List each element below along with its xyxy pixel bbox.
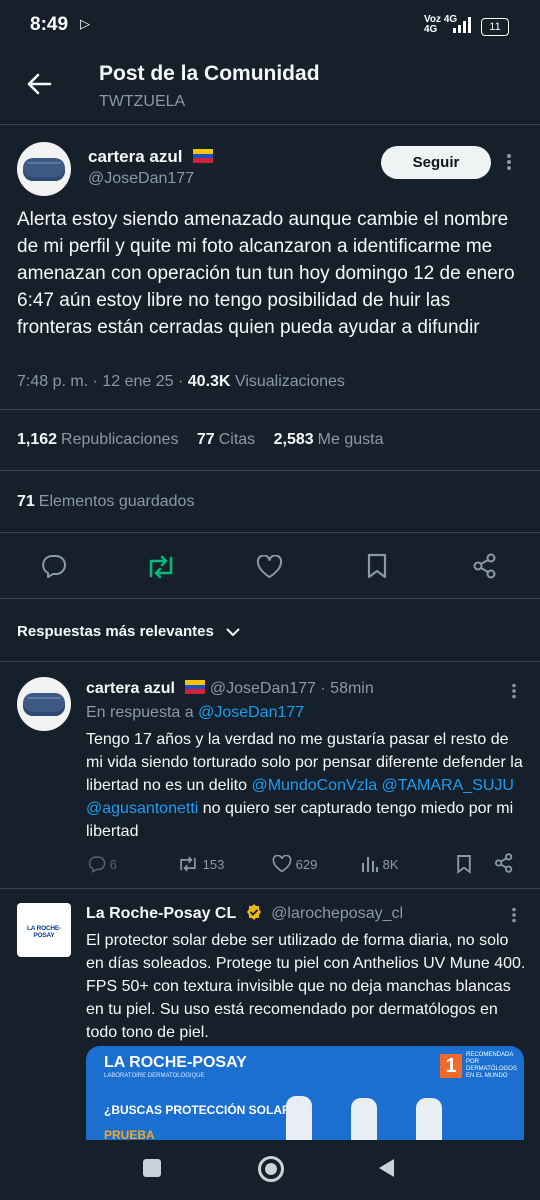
venezuela-flag-icon xyxy=(193,149,214,163)
post-time: 7:48 p. m. xyxy=(17,373,89,390)
ad-badge-number: 1 xyxy=(440,1054,462,1078)
divider xyxy=(0,532,540,533)
ad-image-cut-text: PRUEBA xyxy=(104,1128,155,1140)
post-author[interactable]: cartera azul xyxy=(88,147,214,167)
product-bottle xyxy=(416,1098,442,1140)
likes-stat[interactable]: 2,583 Me gusta xyxy=(274,431,384,448)
ad-badge-text: RECOMENDADA POR DERMATÓLOGOS EN EL MUNDO xyxy=(466,1052,517,1079)
ad-author-name[interactable]: La Roche-Posay CL xyxy=(86,905,236,922)
back-nav-icon[interactable] xyxy=(376,1157,396,1179)
reply-action-views[interactable]: 8K xyxy=(361,855,399,873)
more-options-icon[interactable] xyxy=(506,153,512,171)
reposts-stat[interactable]: 1,162 Republicaciones xyxy=(17,431,192,448)
reply-to-link[interactable]: @JoseDan177 xyxy=(198,704,304,721)
share-icon[interactable] xyxy=(472,553,498,579)
views-icon xyxy=(362,857,378,872)
like-icon[interactable] xyxy=(256,555,283,579)
quotes-stat[interactable]: 77 Citas xyxy=(197,431,269,448)
reply-header: cartera azul @JoseDan177 · 58min xyxy=(86,680,374,697)
divider xyxy=(0,598,540,599)
recents-icon[interactable] xyxy=(143,1159,161,1177)
author-handle[interactable]: @JoseDan177 xyxy=(88,170,194,188)
reply-action-reply[interactable]: 6 xyxy=(88,855,117,873)
ad-image[interactable]: LA ROCHE-POSAY LABORATOIRE DERMATOLOGIQU… xyxy=(86,1046,524,1140)
cast-icon: ▷ xyxy=(80,16,90,31)
ad-image-brand: LA ROCHE-POSAY xyxy=(104,1054,247,1071)
engagement-stats: 1,162 Republicaciones 77 Citas 2,583 Me gus… xyxy=(17,431,383,449)
post-meta: 7:48 p. m. · 12 ene 25 · 40.3K Visualiza… xyxy=(17,373,345,390)
community-name[interactable]: TWTZUELA xyxy=(99,93,185,111)
replies-sort-dropdown[interactable]: Respuestas más relevantes xyxy=(17,623,240,640)
page-title: Post de la Comunidad xyxy=(99,62,320,85)
back-arrow-icon[interactable] xyxy=(26,72,52,96)
signal-icon xyxy=(452,16,474,34)
more-options-icon[interactable] xyxy=(511,683,517,699)
divider xyxy=(0,888,540,889)
divider xyxy=(0,470,540,471)
ad-text: El protector solar debe ser utilizado de… xyxy=(86,932,526,1041)
reply-action-repost[interactable]: 153 xyxy=(177,855,224,873)
ad-image-question: ¿BUSCAS PROTECCIÓN SOLAR? xyxy=(104,1103,299,1117)
reply-author-handle[interactable]: @JoseDan177 xyxy=(210,680,316,697)
reply-action-like[interactable]: 629 xyxy=(272,855,317,873)
verified-badge-icon xyxy=(246,904,261,920)
follow-button[interactable]: Seguir xyxy=(381,146,491,179)
header-divider xyxy=(0,124,540,125)
reply-icon xyxy=(88,856,106,873)
mention-link[interactable]: @MundoConVzla xyxy=(251,777,377,794)
divider xyxy=(0,409,540,410)
author-name: cartera azul xyxy=(88,147,183,166)
system-nav-bar xyxy=(0,1140,540,1200)
divider xyxy=(0,661,540,662)
product-bottle xyxy=(351,1098,377,1140)
reply-author-name[interactable]: cartera azul xyxy=(86,680,175,697)
mention-link[interactable]: @agusantonetti xyxy=(86,800,198,817)
more-options-icon[interactable] xyxy=(511,907,517,923)
product-bottle xyxy=(286,1096,312,1140)
repost-icon[interactable] xyxy=(145,554,177,580)
repost-icon xyxy=(180,856,196,872)
reply-icon[interactable] xyxy=(41,554,67,578)
avatar[interactable] xyxy=(17,677,71,731)
bookmark-icon[interactable] xyxy=(456,854,472,874)
like-icon xyxy=(272,855,292,873)
saved-stat[interactable]: 71 Elementos guardados xyxy=(17,493,194,511)
post-text: Alerta estoy siendo amenazado aunque cam… xyxy=(17,209,515,338)
reply-text: Tengo 17 años y la verdad no me gustaría… xyxy=(86,731,523,840)
views-count: 40.3K xyxy=(187,373,231,390)
reply-context: En respuesta a @JoseDan177 xyxy=(86,704,304,722)
views-label: Visualizaciones xyxy=(234,373,345,390)
sort-label: Respuestas más relevantes xyxy=(17,623,214,640)
battery-icon: 11 xyxy=(481,18,509,36)
bookmark-icon[interactable] xyxy=(366,553,388,579)
reply-age: 58min xyxy=(330,680,374,697)
reply-to-prefix: En respuesta a xyxy=(86,704,194,721)
mention-link[interactable]: @TAMARA_SUJU xyxy=(382,777,514,794)
ad-header: La Roche-Posay CL @larocheposay_cl xyxy=(86,903,403,923)
status-time: 8:49 xyxy=(30,14,69,35)
venezuela-flag-icon xyxy=(185,680,206,694)
chevron-down-icon xyxy=(226,628,240,637)
ad-author-handle[interactable]: @larocheposay_cl xyxy=(271,905,403,922)
avatar[interactable] xyxy=(17,142,71,196)
brand-logo[interactable]: LA ROCHE-POSAY xyxy=(17,903,71,957)
home-icon[interactable] xyxy=(258,1156,284,1182)
share-icon[interactable] xyxy=(494,853,514,873)
post-date: 12 ene 25 xyxy=(102,373,174,390)
ad-image-sub: LABORATOIRE DERMATOLOGIQUE xyxy=(104,1073,205,1079)
